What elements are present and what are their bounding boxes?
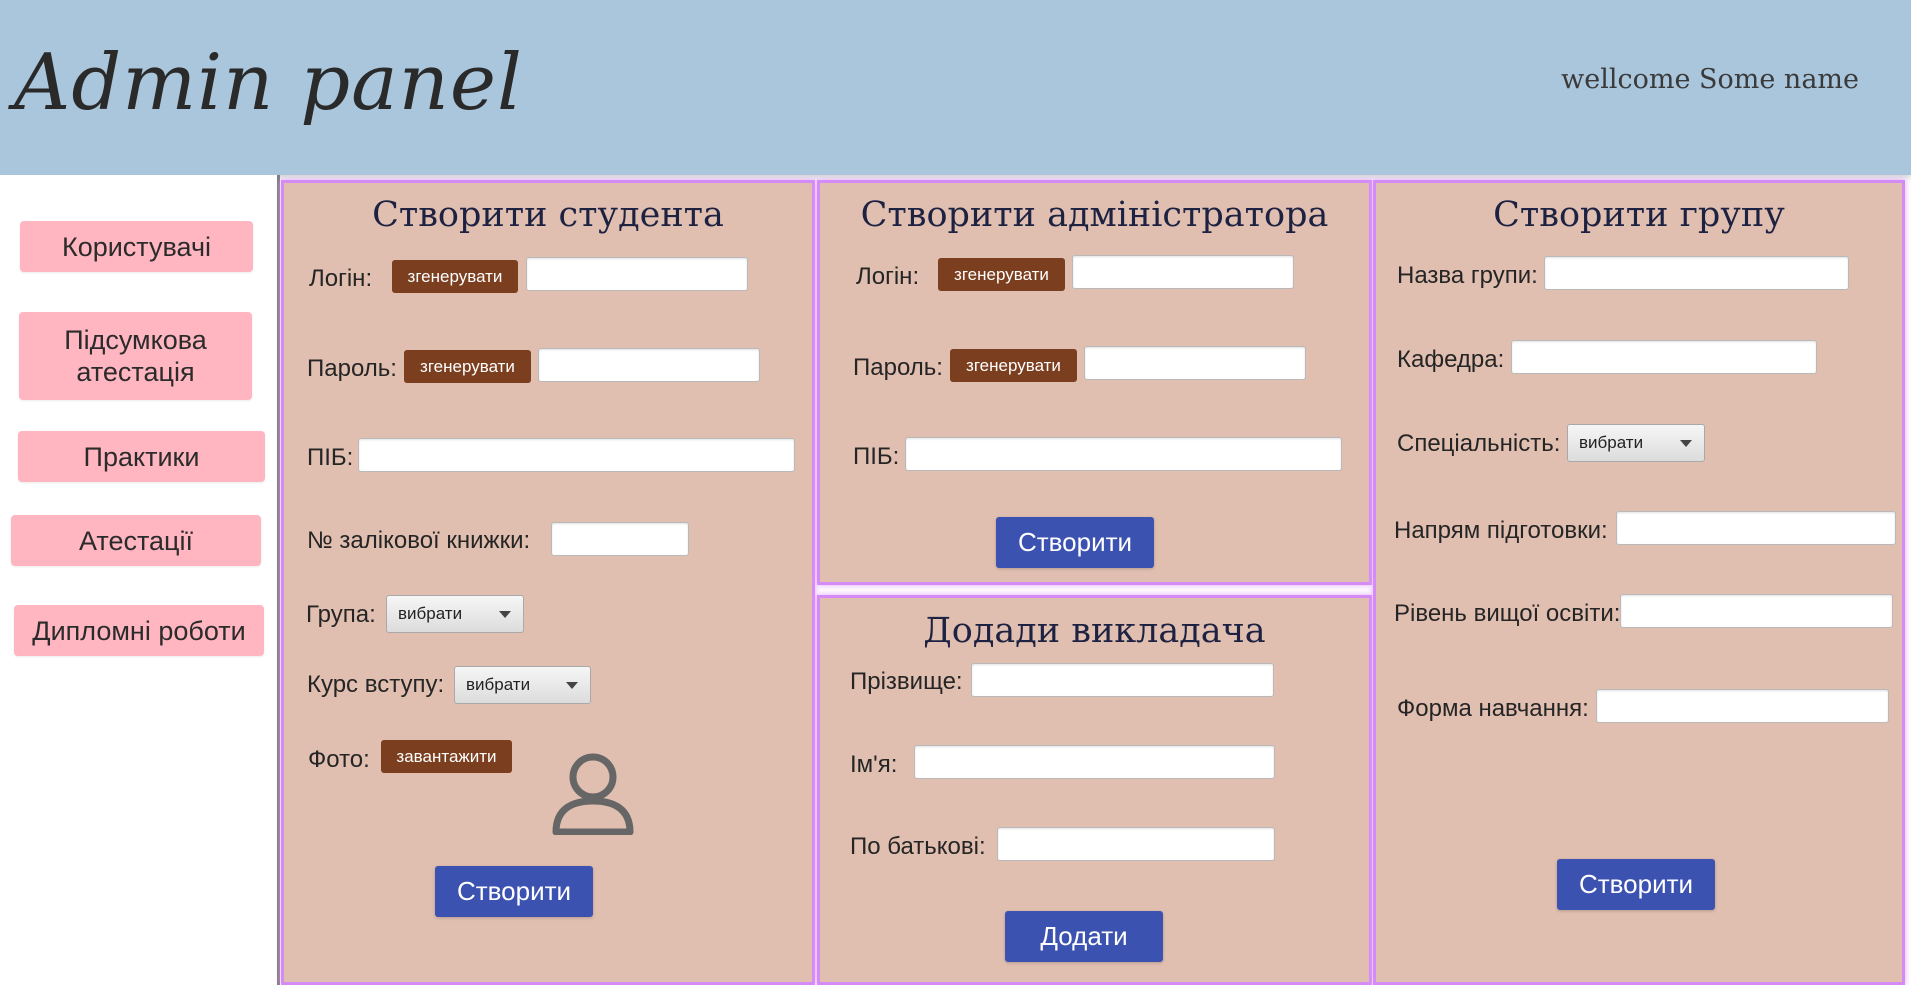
student-login-label: Логін: bbox=[309, 265, 373, 292]
add-teacher-title: Додади викладача bbox=[923, 611, 1266, 651]
sidebar-item-practices[interactable]: Практики bbox=[18, 431, 265, 482]
department-label: Кафедра: bbox=[1397, 346, 1505, 373]
student-password-label: Пароль: bbox=[307, 355, 397, 382]
department-input[interactable] bbox=[1511, 340, 1817, 374]
specialty-label: Спеціальність: bbox=[1397, 430, 1561, 457]
create-admin-panel: Створити адміністратора Логін: згенерува… bbox=[817, 180, 1372, 585]
student-password-input[interactable] bbox=[538, 348, 760, 382]
group-name-input[interactable] bbox=[1544, 256, 1849, 290]
sidebar-item-label: Практики bbox=[83, 441, 200, 472]
group-name-label: Назва групи: bbox=[1397, 262, 1538, 289]
admin-fullname-label: ПІБ: bbox=[853, 443, 900, 470]
admin-login-input[interactable] bbox=[1072, 255, 1294, 289]
course-select-value: вибрати bbox=[466, 675, 531, 694]
student-password-generate-button[interactable]: згенерувати bbox=[404, 350, 531, 383]
admin-login-generate-button[interactable]: згенерувати bbox=[938, 258, 1065, 291]
welcome-text: wellcome Some name bbox=[1561, 64, 1859, 95]
first-name-input[interactable] bbox=[914, 745, 1275, 779]
chevron-down-icon bbox=[566, 682, 578, 689]
sidebar-item-label: Атестації bbox=[78, 525, 194, 556]
photo-label: Фото: bbox=[308, 746, 370, 773]
education-level-input[interactable] bbox=[1620, 594, 1893, 628]
student-fullname-label: ПІБ: bbox=[307, 444, 354, 471]
admin-password-label: Пароль: bbox=[853, 354, 943, 381]
student-fullname-input[interactable] bbox=[358, 438, 795, 472]
admin-password-generate-button[interactable]: згенерувати bbox=[950, 349, 1077, 382]
header-bar: Admin panel wellcome Some name bbox=[0, 0, 1911, 175]
sidebar-item-users[interactable]: Користувачі bbox=[20, 221, 253, 272]
surname-label: Прізвище: bbox=[850, 668, 963, 695]
add-teacher-panel: Додади викладача Прізвище: Ім'я: По бать… bbox=[817, 595, 1372, 985]
create-student-title: Створити студента bbox=[372, 195, 724, 235]
group-select[interactable]: вибрати bbox=[386, 595, 524, 633]
first-name-label: Ім'я: bbox=[850, 751, 898, 778]
direction-label: Напрям підготовки: bbox=[1394, 517, 1608, 544]
patronymic-input[interactable] bbox=[997, 827, 1275, 861]
chevron-down-icon bbox=[499, 611, 511, 618]
sidebar-item-label: Підсумкова атестація bbox=[64, 325, 207, 387]
create-student-button[interactable]: Створити bbox=[435, 866, 593, 917]
create-group-button[interactable]: Створити bbox=[1557, 859, 1715, 910]
specialty-select[interactable]: вибрати bbox=[1567, 424, 1705, 462]
create-admin-title: Створити адміністратора bbox=[860, 195, 1329, 235]
create-admin-button[interactable]: Створити bbox=[996, 517, 1154, 568]
sidebar-item-final-attestation[interactable]: Підсумкова атестація bbox=[19, 312, 252, 400]
student-login-input[interactable] bbox=[526, 257, 748, 291]
group-label: Група: bbox=[306, 601, 376, 628]
group-select-value: вибрати bbox=[398, 604, 463, 623]
education-level-label: Рівень вищої освіти: bbox=[1394, 600, 1621, 627]
specialty-select-value: вибрати bbox=[1579, 433, 1644, 452]
add-teacher-button[interactable]: Додати bbox=[1005, 911, 1163, 962]
student-login-generate-button[interactable]: згенерувати bbox=[392, 260, 518, 293]
create-group-panel: Створити групу Назва групи: Кафедра: Спе… bbox=[1373, 180, 1905, 985]
admin-login-label: Логін: bbox=[856, 263, 920, 290]
sidebar-item-attestations[interactable]: Атестації bbox=[11, 515, 261, 566]
user-avatar-icon bbox=[552, 753, 634, 835]
admin-fullname-input[interactable] bbox=[905, 437, 1342, 471]
sidebar-item-label: Користувачі bbox=[61, 231, 212, 262]
record-book-label: № залікової книжки: bbox=[307, 527, 531, 554]
patronymic-label: По батькові: bbox=[850, 833, 986, 860]
photo-upload-button[interactable]: завантажити bbox=[381, 740, 512, 773]
sidebar-item-label: Дипломні роботи bbox=[32, 615, 246, 646]
admin-password-input[interactable] bbox=[1084, 346, 1306, 380]
direction-input[interactable] bbox=[1616, 511, 1896, 545]
course-label: Курс вступу: bbox=[307, 671, 445, 698]
sidebar-item-diploma-works[interactable]: Дипломні роботи bbox=[14, 605, 264, 656]
sidebar: Користувачі Підсумкова атестація Практик… bbox=[0, 175, 280, 985]
create-student-panel: Створити студента Логін: згенерувати Пар… bbox=[281, 180, 815, 985]
app-title: Admin panel bbox=[14, 38, 523, 128]
study-form-label: Форма навчання: bbox=[1397, 695, 1589, 722]
course-select[interactable]: вибрати bbox=[454, 666, 591, 704]
record-book-input[interactable] bbox=[551, 522, 689, 556]
chevron-down-icon bbox=[1680, 440, 1692, 447]
surname-input[interactable] bbox=[971, 663, 1274, 697]
create-group-title: Створити групу bbox=[1493, 195, 1785, 235]
study-form-input[interactable] bbox=[1596, 689, 1889, 723]
